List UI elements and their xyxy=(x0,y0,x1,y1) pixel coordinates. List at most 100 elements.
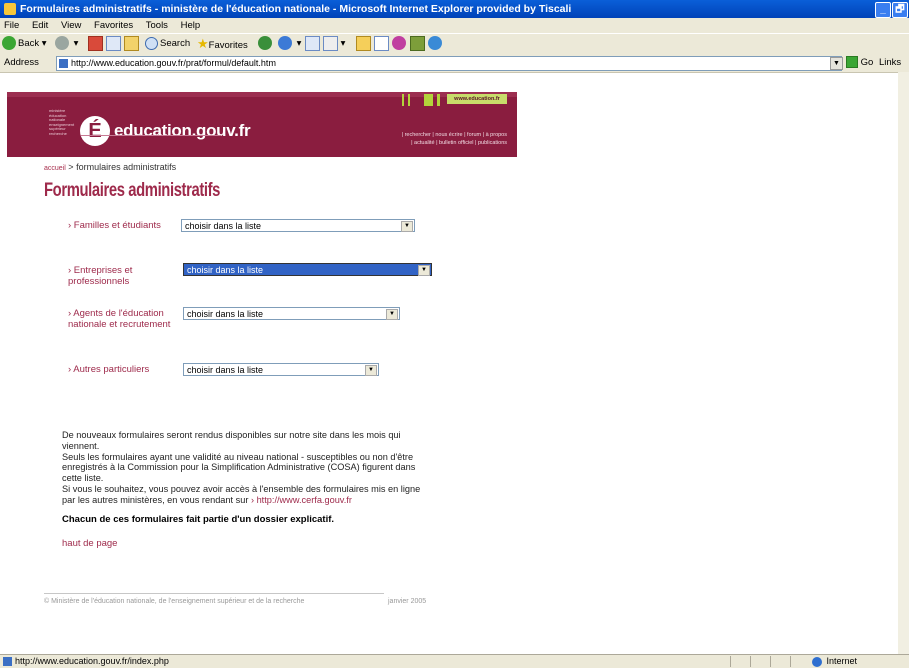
stop-button[interactable] xyxy=(88,34,103,54)
address-label: Address xyxy=(4,57,39,68)
breadcrumb-current: formulaires administratifs xyxy=(76,162,177,172)
go-label: Go xyxy=(860,57,874,68)
menu-view[interactable]: View xyxy=(61,20,81,31)
go-button[interactable]: Go xyxy=(846,54,873,72)
e-logo-icon[interactable]: É xyxy=(80,116,110,146)
favorites-star-icon: ★ xyxy=(197,36,209,51)
status-divider xyxy=(750,656,751,667)
forward-arrow-icon xyxy=(55,36,69,51)
page-favicon-icon xyxy=(59,59,68,68)
status-url: http://www.education.gouv.fr/index.php xyxy=(15,656,169,666)
security-zone: Internet xyxy=(812,655,857,668)
menu-tools[interactable]: Tools xyxy=(146,20,168,31)
refresh-icon xyxy=(106,35,121,51)
menu-help[interactable]: Help xyxy=(181,20,201,31)
address-input[interactable]: http://www.education.gouv.fr/prat/formul… xyxy=(56,56,842,71)
address-dropdown-arrow-icon[interactable]: ▼ xyxy=(830,57,843,70)
info-text-3: Si vous le souhaitez, vous pouvez avoir … xyxy=(62,484,427,506)
menu-edit[interactable]: Edit xyxy=(32,20,48,31)
select-agents[interactable]: choisir dans la liste ▼ xyxy=(183,307,400,320)
folder-button[interactable] xyxy=(356,34,371,54)
status-page-icon xyxy=(3,657,12,666)
ministry-label: ministère éducation nationale enseigneme… xyxy=(49,108,77,137)
education-fr-tag[interactable]: www.education.fr xyxy=(447,94,507,104)
menu-file[interactable]: File xyxy=(4,20,19,31)
window-title: Formulaires administratifs - ministère d… xyxy=(20,3,572,15)
refresh-button[interactable] xyxy=(106,34,121,54)
cerfa-link[interactable]: › http://www.cerfa.gouv.fr xyxy=(251,495,352,505)
decor-bar xyxy=(437,94,440,106)
links-button[interactable]: Links xyxy=(879,54,901,72)
select-entreprises[interactable]: choisir dans la liste ▼ xyxy=(183,263,432,276)
breadcrumb-home-link[interactable]: accueil xyxy=(44,165,66,172)
footer-copyright: © Ministère de l'éducation nationale, de… xyxy=(44,598,305,605)
research-icon xyxy=(410,35,425,51)
search-icon xyxy=(145,36,158,50)
minimize-button[interactable]: _ xyxy=(875,2,891,18)
category-label-agents[interactable]: › Agents de l'éducation nationale et rec… xyxy=(68,308,180,330)
browser-toolbar: Back ▾ ▾ Search ★Favorites ▾ ▾ xyxy=(0,33,909,55)
history-button[interactable]: ▾ xyxy=(278,34,301,54)
tiscali-icon xyxy=(428,36,442,51)
forward-button[interactable]: ▾ xyxy=(55,34,78,54)
header-links-row2[interactable]: | actualité | bulletin officiel | public… xyxy=(411,140,507,146)
window-title-bar[interactable]: Formulaires administratifs - ministère d… xyxy=(0,0,909,18)
home-icon xyxy=(124,35,139,51)
messenger-button[interactable] xyxy=(392,34,408,54)
select-familles[interactable]: choisir dans la liste ▼ xyxy=(181,219,415,232)
category-label-familles[interactable]: › Familles et étudiants xyxy=(68,220,178,231)
banner-top-strip xyxy=(7,92,517,97)
search-label: Search xyxy=(160,38,191,49)
decor-bar xyxy=(408,94,410,106)
status-divider xyxy=(730,656,731,667)
site-name[interactable]: education.gouv.fr xyxy=(114,121,251,141)
home-button[interactable] xyxy=(124,34,139,54)
restore-button[interactable]: 🗗 xyxy=(892,2,908,18)
category-label-entreprises[interactable]: › Entreprises et professionnels xyxy=(68,265,178,287)
chevron-down-icon: ▼ xyxy=(401,221,413,232)
zone-label: Internet xyxy=(826,656,858,666)
page-button[interactable] xyxy=(374,34,389,54)
decor-bar xyxy=(424,94,433,106)
chevron-down-icon: ▼ xyxy=(386,309,398,320)
media-button[interactable] xyxy=(258,34,274,54)
breadcrumb-separator: > xyxy=(65,162,77,172)
address-url: http://www.education.gouv.fr/prat/formul… xyxy=(71,58,276,68)
favorites-button[interactable]: ★Favorites xyxy=(197,34,248,56)
ministry-line: recherche xyxy=(49,130,67,136)
back-label: Back xyxy=(18,38,40,49)
mail-icon xyxy=(305,35,320,51)
vertical-scrollbar[interactable] xyxy=(898,72,909,654)
select-agents-value: choisir dans la liste xyxy=(187,309,264,319)
status-divider xyxy=(770,656,771,667)
info-text-1: De nouveaux formulaires seront rendus di… xyxy=(62,430,401,451)
menu-favorites[interactable]: Favorites xyxy=(94,20,133,31)
address-bar: Address http://www.education.gouv.fr/pra… xyxy=(0,54,909,73)
menu-bar: File Edit View Favorites Tools Help xyxy=(0,18,909,33)
research-button[interactable] xyxy=(410,34,425,54)
back-arrow-icon xyxy=(2,36,16,51)
print-icon xyxy=(323,35,338,51)
info-text-3-body: Si vous le souhaitez, vous pouvez avoir … xyxy=(62,483,421,505)
search-button[interactable]: Search xyxy=(145,34,190,54)
tiscali-button[interactable] xyxy=(428,34,444,54)
chevron-down-icon: ▼ xyxy=(365,365,377,376)
select-entreprises-value: choisir dans la liste xyxy=(187,265,264,275)
media-icon xyxy=(258,36,272,51)
category-label-autres[interactable]: › Autres particuliers xyxy=(68,364,178,375)
mail-button[interactable] xyxy=(305,34,320,54)
select-autres-value: choisir dans la liste xyxy=(187,365,264,375)
internet-globe-icon xyxy=(812,656,822,667)
back-button[interactable]: Back ▾ xyxy=(2,34,47,54)
print-button[interactable]: ▾ xyxy=(323,34,345,54)
top-of-page-link[interactable]: haut de page xyxy=(62,538,117,549)
header-links-row1[interactable]: | rechercher | nous écrire | forum | à p… xyxy=(402,132,507,138)
stop-icon xyxy=(88,35,103,51)
ie-window-icon xyxy=(4,3,16,15)
explanatory-note: Chacun de ces formulaires fait partie d'… xyxy=(62,514,335,525)
folder-icon xyxy=(356,35,371,51)
go-arrow-icon xyxy=(846,56,858,69)
site-header-banner: ministère éducation nationale enseigneme… xyxy=(7,92,517,157)
breadcrumb: accueil > formulaires administratifs xyxy=(44,162,176,172)
select-autres[interactable]: choisir dans la liste ▼ xyxy=(183,363,379,376)
